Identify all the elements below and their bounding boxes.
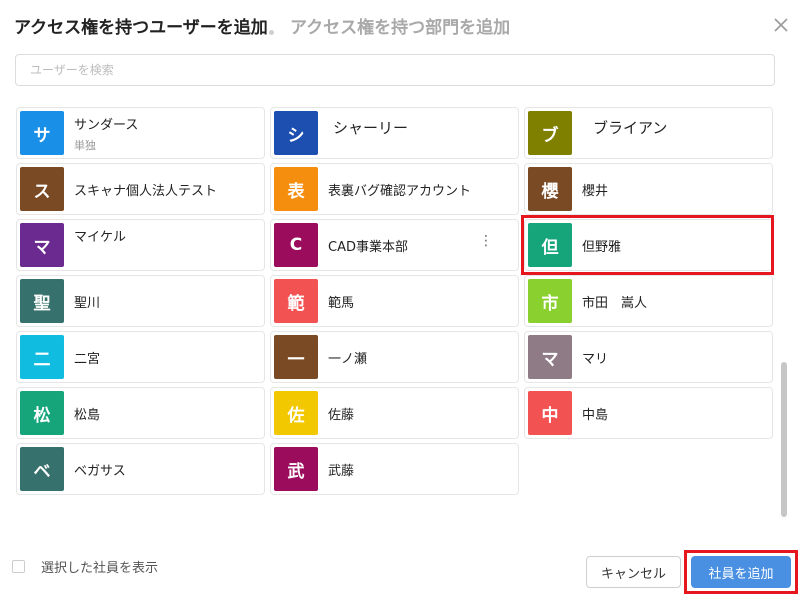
user-avatar: ス [20, 167, 64, 211]
user-name: シャーリー [333, 118, 409, 137]
tab-add-departments[interactable]: アクセス権を持つ部門を追加 [290, 16, 510, 40]
close-icon [774, 18, 788, 32]
user-avatar: 表 [274, 167, 318, 211]
user-name: CAD事業本部 [328, 239, 408, 255]
user-name: マリ [582, 351, 609, 367]
user-name: ベガサス [74, 463, 126, 479]
user-name: 松島 [74, 407, 101, 423]
user-name: 佐藤 [328, 407, 355, 423]
user-avatar: 武 [274, 447, 318, 491]
user-avatar: ブ [528, 111, 572, 155]
user-name: ブライアン [593, 118, 668, 137]
user-card[interactable]: 範 範馬 [270, 275, 519, 327]
user-avatar: 聖 [20, 279, 64, 323]
user-name: 市田 嵩人 [582, 295, 648, 311]
user-name: サンダース [74, 118, 139, 133]
user-name: 一ノ瀬 [328, 351, 368, 367]
user-avatar: サ [20, 111, 64, 155]
user-sub-label: 単独 [74, 139, 96, 152]
show-selected-checkbox[interactable] [12, 560, 25, 573]
user-avatar: シ [274, 111, 318, 155]
user-avatar: 佐 [274, 391, 318, 435]
user-card[interactable]: 一 一ノ瀬 [270, 331, 519, 383]
user-grid: サ サンダース 単独 シ シャーリー ブ ブライアン ス スキャナ個人法人テスト… [16, 107, 776, 507]
user-avatar: 二 [20, 335, 64, 379]
user-name: 表裏バグ確認アカウント [328, 183, 472, 199]
user-name: 聖川 [74, 295, 101, 311]
user-card[interactable]: 表 表裏バグ確認アカウント [270, 163, 519, 215]
user-avatar: マ [528, 335, 572, 379]
user-avatar: 一 [274, 335, 318, 379]
user-name: 中島 [582, 407, 609, 423]
user-card[interactable]: 二 二宮 [16, 331, 265, 383]
user-search-input[interactable] [15, 54, 775, 86]
user-card[interactable]: 市 市田 嵩人 [524, 275, 773, 327]
user-card[interactable]: ブ ブライアン [524, 107, 773, 159]
close-button[interactable] [772, 16, 790, 34]
user-card[interactable]: 櫻 櫻井 [524, 163, 773, 215]
user-card[interactable]: マ マイケル [16, 219, 265, 271]
user-card[interactable]: サ サンダース 単独 [16, 107, 265, 159]
user-card[interactable]: ベ ベガサス [16, 443, 265, 495]
user-avatar: 中 [528, 391, 572, 435]
scrollbar-thumb[interactable] [781, 362, 787, 517]
user-avatar: 櫻 [528, 167, 572, 211]
more-options-icon[interactable]: ⋮ [479, 234, 493, 248]
selection-highlight-frame [521, 215, 774, 275]
add-employee-button[interactable]: 社員を追加 [691, 556, 791, 588]
user-card[interactable]: シ シャーリー [270, 107, 519, 159]
user-avatar: 松 [20, 391, 64, 435]
user-card[interactable]: 武 武藤 [270, 443, 519, 495]
user-avatar: ベ [20, 447, 64, 491]
user-card[interactable]: 聖 聖川 [16, 275, 265, 327]
user-name: 武藤 [328, 463, 355, 479]
user-card[interactable]: 佐 佐藤 [270, 387, 519, 439]
user-avatar: C [274, 223, 318, 267]
dialog-header: アクセス権を持つユーザーを追加 アクセス権を持つ部門を追加 [0, 0, 809, 56]
user-card[interactable]: ス スキャナ個人法人テスト [16, 163, 265, 215]
user-card[interactable]: 中 中島 [524, 387, 773, 439]
user-name: マイケル [74, 230, 127, 245]
user-card[interactable]: 松 松島 [16, 387, 265, 439]
show-selected-label: 選択した社員を表示 [41, 561, 159, 576]
cancel-button[interactable]: キャンセル [586, 556, 681, 588]
tab-add-users[interactable]: アクセス権を持つユーザーを追加 [14, 16, 268, 40]
user-name: 範馬 [328, 295, 355, 311]
user-avatar: 範 [274, 279, 318, 323]
user-avatar: 市 [528, 279, 572, 323]
user-name: スキャナ個人法人テスト [74, 183, 218, 199]
user-name: 二宮 [74, 351, 101, 367]
user-name: 櫻井 [582, 183, 609, 199]
tab-separator-dot [269, 30, 274, 35]
user-avatar: マ [20, 223, 64, 267]
user-card[interactable]: マ マリ [524, 331, 773, 383]
